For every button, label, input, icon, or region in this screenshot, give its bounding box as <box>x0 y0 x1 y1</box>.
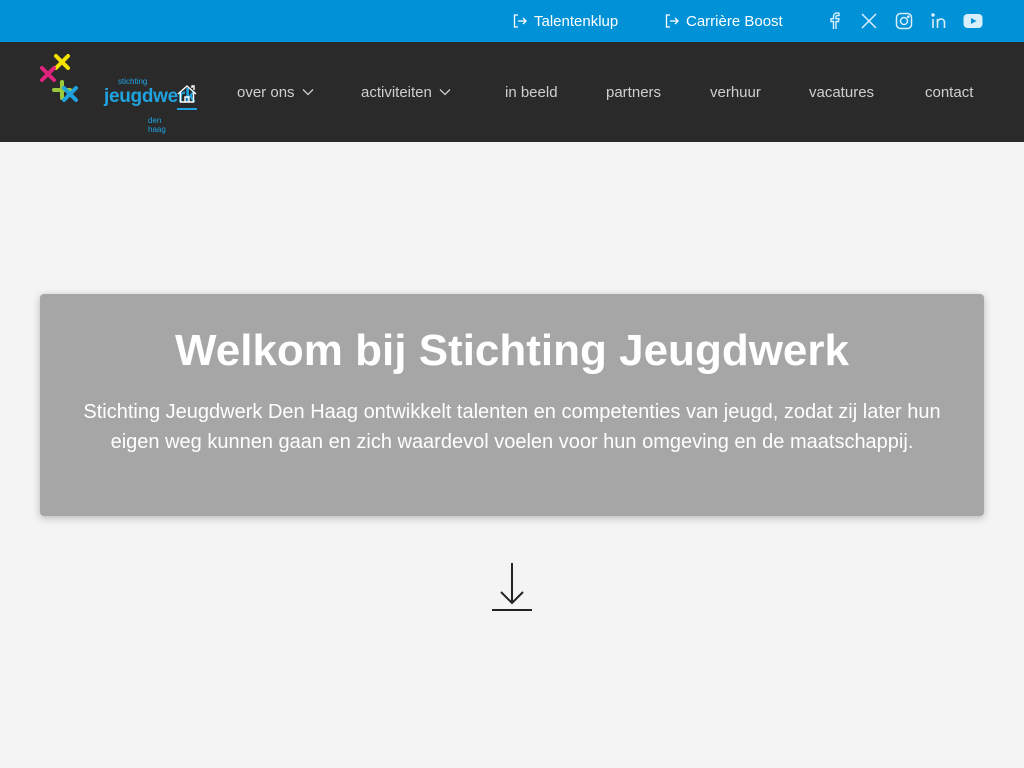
nav-partners[interactable]: partners <box>606 80 661 104</box>
nav-activiteiten[interactable]: activiteiten <box>361 80 451 104</box>
arrow-down-to-line-icon <box>492 563 532 611</box>
top-bar: Talentenklup Carrière Boost <box>0 0 1024 42</box>
x-icon <box>861 13 877 29</box>
nav-activiteiten-label: activiteiten <box>361 83 432 101</box>
nav-partners-label: partners <box>606 83 662 101</box>
nav-in-beeld-label: in beeld <box>505 83 558 101</box>
active-indicator <box>177 108 197 110</box>
nav-vacatures[interactable]: vacatures <box>809 80 874 104</box>
nav-in-beeld[interactable]: in beeld <box>505 80 558 104</box>
stichting-jeugdwerk-logo[interactable]: stichting jeugdwerk den haag <box>38 52 196 134</box>
nav-over-ons[interactable]: over ons <box>237 80 314 104</box>
carriere-boost-label: Carrière Boost <box>686 12 783 30</box>
chevron-down-icon <box>302 89 314 96</box>
main-navigation: stichting jeugdwerk den haag over ons ac… <box>0 42 1024 142</box>
logo-text-den-haag: den haag <box>148 116 166 134</box>
scroll-down-button[interactable] <box>490 562 534 612</box>
login-icon <box>513 14 527 28</box>
hero-banner: Welkom bij Stichting Jeugdwerk Stichting… <box>40 294 984 516</box>
youtube-icon <box>963 14 983 28</box>
instagram-link[interactable] <box>894 11 914 31</box>
x-link[interactable] <box>859 11 879 31</box>
talentenklup-link[interactable]: Talentenklup <box>512 11 618 31</box>
linkedin-link[interactable] <box>929 11 949 31</box>
youtube-link[interactable] <box>963 11 983 31</box>
logo-text-stichting: stichting <box>118 77 148 86</box>
hero-title: Welkom bij Stichting Jeugdwerk <box>175 326 849 375</box>
nav-verhuur-label: verhuur <box>710 83 761 101</box>
nav-verhuur[interactable]: verhuur <box>710 80 761 104</box>
linkedin-icon <box>931 13 946 28</box>
nav-vacatures-label: vacatures <box>809 83 875 101</box>
nav-home[interactable] <box>176 83 198 107</box>
nav-contact[interactable]: contact <box>925 80 973 104</box>
login-icon <box>665 14 679 28</box>
home-icon <box>177 85 197 103</box>
talentenklup-label: Talentenklup <box>534 12 619 30</box>
chevron-down-icon <box>439 89 451 96</box>
carriere-boost-link[interactable]: Carrière Boost <box>664 11 783 31</box>
hero-description: Stichting Jeugdwerk Den Haag ontwikkelt … <box>83 401 941 453</box>
nav-contact-label: contact <box>925 83 974 101</box>
instagram-icon <box>895 12 913 30</box>
facebook-icon <box>830 12 840 29</box>
facebook-link[interactable] <box>824 11 844 31</box>
nav-over-ons-label: over ons <box>237 83 295 101</box>
